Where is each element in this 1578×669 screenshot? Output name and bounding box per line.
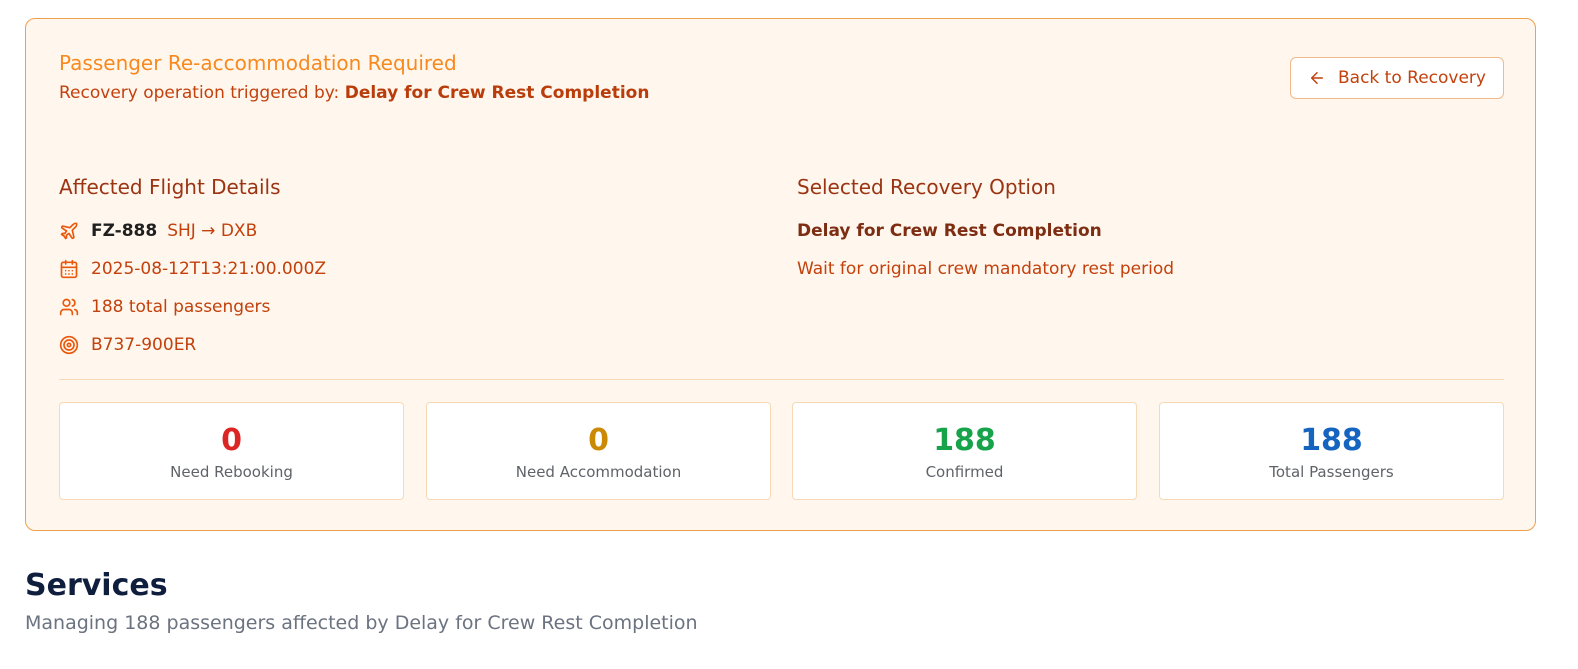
divider bbox=[59, 379, 1504, 380]
reaccommodation-alert-card: Passenger Re-accommodation Required Reco… bbox=[25, 18, 1536, 531]
services-subtitle: Managing 188 passengers affected by Dela… bbox=[25, 612, 698, 634]
flight-route: SHJ → DXB bbox=[167, 221, 258, 241]
trigger-name: Delay for Crew Rest Completion bbox=[344, 83, 650, 103]
stat-value: 0 bbox=[221, 423, 242, 458]
calendar-icon bbox=[59, 259, 79, 279]
back-button-label: Back to Recovery bbox=[1338, 68, 1486, 88]
stat-label: Need Accommodation bbox=[515, 463, 682, 481]
date-row: 2025-08-12T13:21:00.000Z bbox=[59, 259, 326, 279]
arrow-left-icon bbox=[1308, 69, 1326, 87]
services-title: Services bbox=[25, 568, 168, 603]
recovery-option-heading: Selected Recovery Option bbox=[797, 175, 1056, 199]
recovery-option-description: Wait for original crew mandatory rest pe… bbox=[797, 259, 1175, 279]
users-icon bbox=[59, 297, 79, 317]
stat-confirmed: 188 Confirmed bbox=[792, 402, 1137, 500]
stat-value: 188 bbox=[1300, 423, 1363, 458]
stat-total-passengers: 188 Total Passengers bbox=[1159, 402, 1504, 500]
aircraft-type: B737-900ER bbox=[91, 335, 197, 355]
trigger-prefix: Recovery operation triggered by: bbox=[59, 83, 345, 103]
aircraft-row: B737-900ER bbox=[59, 335, 196, 355]
passenger-count: 188 total passengers bbox=[91, 297, 271, 317]
target-icon bbox=[59, 335, 79, 355]
alert-trigger: Recovery operation triggered by: Delay f… bbox=[59, 83, 649, 103]
stat-value: 0 bbox=[588, 423, 609, 458]
stat-need-accommodation: 0 Need Accommodation bbox=[426, 402, 771, 500]
flight-number: FZ-888 bbox=[91, 221, 158, 241]
stat-need-rebooking: 0 Need Rebooking bbox=[59, 402, 404, 500]
flight-row: FZ-888 SHJ → DXB bbox=[59, 221, 257, 241]
stat-label: Total Passengers bbox=[1269, 463, 1394, 481]
plane-icon bbox=[59, 221, 79, 241]
recovery-option-name: Delay for Crew Rest Completion bbox=[797, 221, 1102, 241]
alert-title: Passenger Re-accommodation Required bbox=[59, 51, 457, 75]
flight-datetime: 2025-08-12T13:21:00.000Z bbox=[91, 259, 327, 279]
stat-label: Confirmed bbox=[925, 463, 1004, 481]
affected-flight-heading: Affected Flight Details bbox=[59, 175, 281, 199]
stat-value: 188 bbox=[933, 423, 996, 458]
back-to-recovery-button[interactable]: Back to Recovery bbox=[1290, 57, 1504, 99]
stat-label: Need Rebooking bbox=[170, 463, 293, 481]
page: Passenger Re-accommodation Required Reco… bbox=[0, 0, 1578, 669]
passengers-row: 188 total passengers bbox=[59, 297, 270, 317]
